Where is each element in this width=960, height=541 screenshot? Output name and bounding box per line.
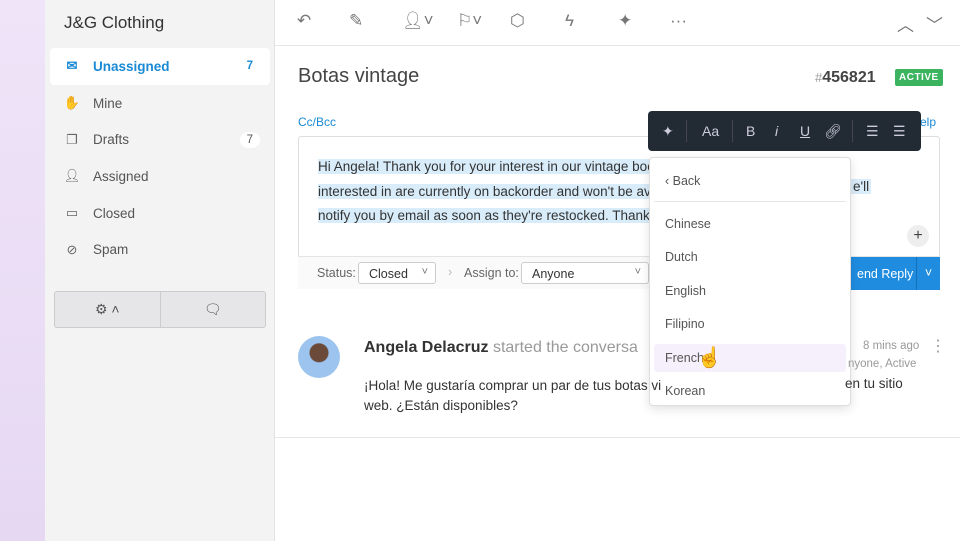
sidebar-item-closed[interactable]: ▭ Closed (50, 195, 270, 232)
count-badge: 7 (246, 60, 253, 73)
chevron-left-icon: ‹ (665, 174, 673, 188)
assign-icon[interactable]: 👤︎˅ (402, 11, 434, 31)
inbox-icon: ✉ (66, 58, 78, 74)
author-name[interactable]: Angela Delacruz (364, 339, 488, 356)
underline-button[interactable]: U (800, 123, 810, 139)
status-label: Status: (317, 266, 356, 280)
conversation-title: Botas vintage (298, 65, 420, 87)
bullet-list-icon[interactable]: ☰ (866, 123, 879, 140)
back-button[interactable]: ‹ Back (665, 174, 700, 188)
tag-icon[interactable]: ⬡ (510, 11, 525, 31)
reply-line: notify you by email as soon as they're r… (318, 208, 661, 223)
hand-icon: ✋ (63, 95, 81, 111)
sidebar: J&G Clothing ✉ Unassigned 7 ✋ Mine ❐ Drafts 7… (45, 0, 275, 541)
divider (654, 201, 846, 202)
send-label: end Reply (857, 266, 914, 281)
language-english[interactable]: English (654, 277, 846, 305)
nav-label: Mine (93, 95, 123, 111)
ai-sparkle-icon[interactable]: ✦ (662, 123, 674, 140)
archive-icon: ▭ (65, 205, 79, 221)
sidebar-actions: ⚙ ˄ 🗨︎ (54, 291, 266, 328)
assign-label: Assign to: (464, 266, 519, 280)
id-number: 456821 (822, 69, 876, 86)
message-thread-item: Angela Delacruz started the conversa 8 m… (275, 318, 960, 438)
send-reply-button[interactable]: end Reply ˅ (840, 257, 940, 290)
count-badge: 7 (239, 131, 260, 148)
nav-label: Assigned (93, 168, 149, 184)
chevron-down-icon: ˅ (634, 266, 641, 278)
settings-button[interactable]: ⚙ ˄ (55, 292, 161, 327)
block-icon: ⊘ (66, 241, 78, 257)
sidebar-item-assigned[interactable]: 👤︎ Assigned (50, 158, 270, 195)
reply-text[interactable]: Hi Angela! Thank you for your interest i… (318, 155, 662, 229)
next-icon[interactable]: ﹀ (926, 11, 943, 36)
assign-select[interactable]: Anyone ˅ (521, 262, 649, 284)
send-options-icon[interactable]: ˅ (916, 257, 940, 290)
message-meta: nyone, Active (848, 358, 917, 370)
conversation-id: #456821 (815, 69, 876, 87)
numbered-list-icon[interactable]: ☰ (893, 123, 906, 140)
nav-label: Drafts (93, 132, 130, 148)
language-dutch[interactable]: Dutch (654, 243, 846, 271)
message-body: ¡Hola! Me gustaría comprar un par de tus… (364, 376, 924, 416)
avatar (298, 336, 340, 378)
text-size-button[interactable]: Aa (702, 123, 719, 139)
more-icon[interactable]: ··· (670, 11, 687, 31)
link-icon[interactable]: 🔗︎ (824, 123, 842, 140)
format-toolbar: ✦ Aa B i U 🔗︎ ☰ ☰ (648, 111, 921, 151)
back-label: Back (672, 174, 701, 188)
italic-button[interactable]: i (775, 123, 778, 139)
add-attachment-button[interactable]: + (907, 225, 929, 247)
kebab-menu-icon[interactable]: ⋮ (930, 336, 946, 356)
nav-label: Spam (93, 242, 129, 258)
bold-button[interactable]: B (746, 123, 755, 139)
user-icon: 👤︎ (63, 168, 81, 184)
divider (686, 120, 687, 142)
body-line: web. ¿Están disponibles? (364, 398, 518, 413)
divider (732, 120, 733, 142)
cc-bcc-link[interactable]: Cc/Bcc (298, 115, 336, 129)
workflow-icon[interactable]: ϟ (565, 11, 574, 31)
status-value: Closed (369, 267, 408, 281)
action-text: started the conversa (492, 339, 638, 356)
previous-icon[interactable]: ︿ (897, 11, 914, 36)
mailbox-nav: ✉ Unassigned 7 ✋ Mine ❐ Drafts 7 👤︎ Assigned ▭… (50, 48, 270, 268)
flag-icon[interactable]: ⚐˅ (457, 11, 482, 31)
reply-line: interested in are currently on backorder… (318, 183, 662, 199)
divider (852, 120, 853, 142)
sidebar-item-mine[interactable]: ✋ Mine (50, 85, 270, 122)
nav-label: Unassigned (93, 58, 170, 74)
chevron-right-icon: › (448, 265, 453, 279)
background-strip (0, 0, 45, 541)
body-line: ¡Hola! Me gustaría comprar un par de tus… (364, 378, 662, 393)
ai-sparkle-icon[interactable]: ✦ (618, 11, 632, 31)
sidebar-item-drafts[interactable]: ❐ Drafts 7 (50, 121, 270, 158)
help-link[interactable]: elp (920, 115, 936, 129)
nav-label: Closed (93, 205, 136, 221)
gear-icon: ⚙ ˄ (94, 301, 120, 317)
chevron-down-icon: ˅ (421, 266, 428, 278)
edit-icon[interactable]: ✎ (349, 11, 363, 31)
language-chinese[interactable]: Chinese (654, 210, 846, 238)
reply-line: Hi Angela! Thank you for your interest i… (318, 159, 659, 174)
reply-line-tail: e'll (851, 179, 872, 194)
message-body-tail: en tu sitio (845, 376, 903, 391)
hand-cursor-icon: ☝ (697, 347, 722, 369)
sidebar-item-unassigned[interactable]: ✉ Unassigned 7 (50, 48, 270, 85)
drafts-icon: ❐ (66, 131, 78, 147)
message-header: Angela Delacruz started the conversa (364, 339, 638, 357)
timestamp: 8 mins ago (863, 340, 920, 352)
status-badge: ACTIVE (895, 69, 943, 86)
chat-plus-icon: 🗨︎ (203, 301, 222, 317)
new-conversation-button[interactable]: 🗨︎ (161, 292, 266, 327)
undo-icon[interactable]: ↶ (297, 11, 311, 31)
status-select[interactable]: Closed ˅ (358, 262, 436, 284)
sidebar-item-spam[interactable]: ⊘ Spam (50, 231, 270, 268)
conversation-toolbar: ↶ ✎ 👤︎˅ ⚐˅ ⬡ ϟ ✦ ··· ︿ ﹀ (275, 0, 960, 46)
brand-name: J&G Clothing (64, 13, 165, 32)
assign-value: Anyone (532, 267, 575, 281)
